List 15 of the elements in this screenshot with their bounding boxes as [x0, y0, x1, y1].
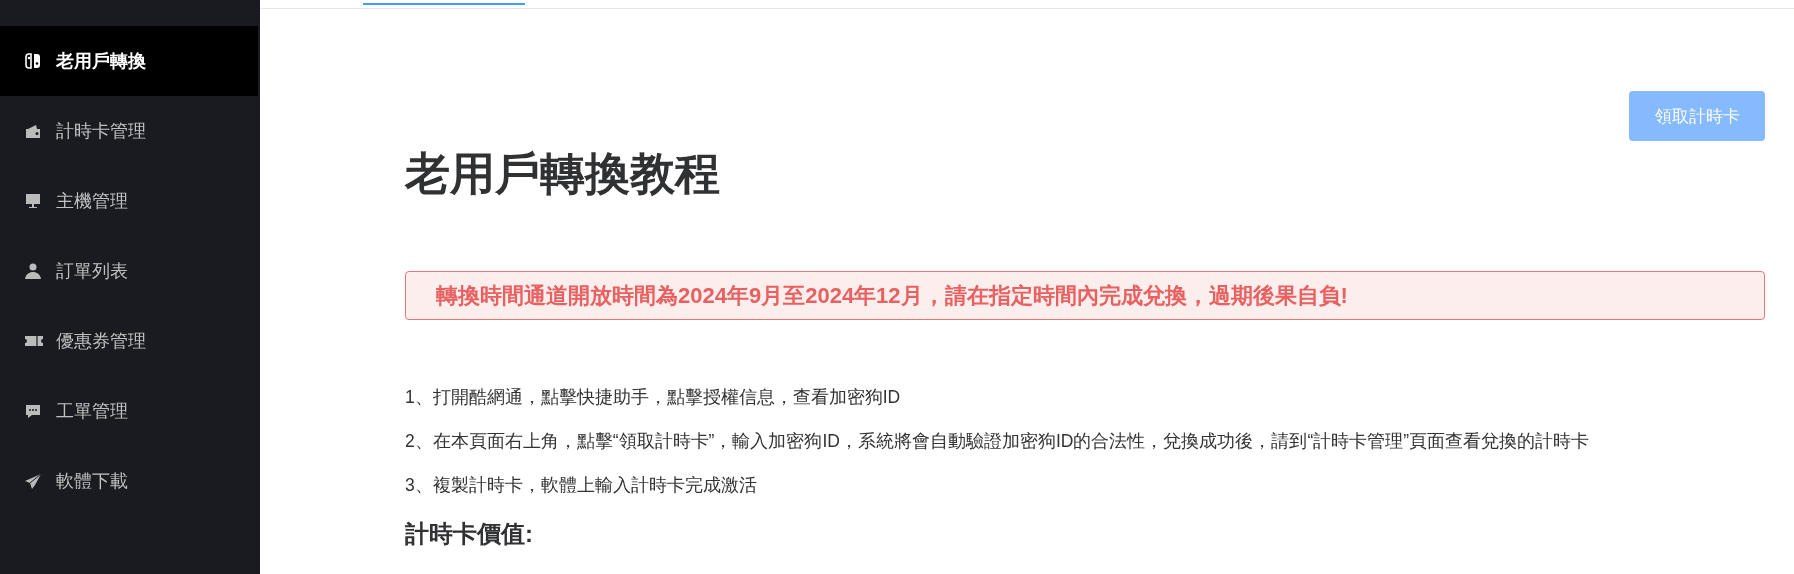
- sidebar-item[interactable]: 計時卡管理: [0, 96, 260, 166]
- section-heading: 計時卡價值:: [405, 519, 534, 549]
- step-text: 1、打開酷網通，點擊快捷助手，點擊授權信息，查看加密狗ID: [405, 386, 902, 408]
- user-icon: [24, 262, 44, 280]
- page-title: 老用戶轉換教程: [405, 147, 721, 201]
- paper-plane-icon: [24, 472, 44, 490]
- warning-alert: 轉換時間通道開放時間為2024年9月至2024年12月，請在指定時間內完成兌換，過期後果自負!: [405, 271, 1765, 320]
- sidebar-item[interactable]: 主機管理: [0, 166, 260, 236]
- step-text: 2、在本頁面右上角，點擊“領取計時卡”，輸入加密狗ID，系統將會自動驗證加密狗ID的合法性，兌換成功後，請到“計時卡管理”頁面查看兌換的計時卡: [405, 430, 1591, 452]
- sidebar-item[interactable]: 訂單列表: [0, 236, 260, 306]
- step-text: 3、複製計時卡，軟體上輸入計時卡完成激活: [405, 474, 758, 496]
- sidebar-item[interactable]: 工單管理: [0, 376, 260, 446]
- sidebar-item[interactable]: 軟體下載: [0, 446, 260, 516]
- sidebar-item[interactable]: 優惠券管理: [0, 306, 260, 376]
- sidebar-item[interactable]: 老用戶轉換: [0, 26, 258, 96]
